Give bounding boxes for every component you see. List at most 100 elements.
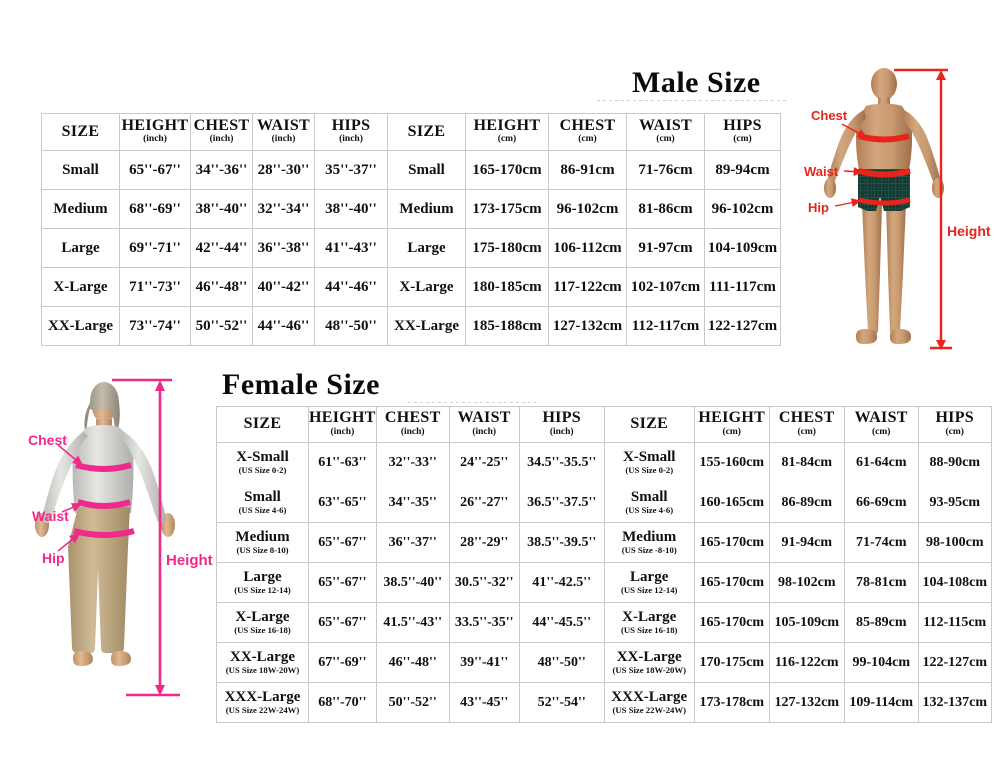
male-row-size-cm: XX-Large xyxy=(387,306,466,346)
male-waist-inch: 36''-38'' xyxy=(252,228,315,268)
table-row: XX-Large (US Size 18W-20W) 67''-69'' 46'… xyxy=(216,642,992,683)
female-chest-inch: 32''-33'' xyxy=(375,442,450,483)
male-row-size-cm: Medium xyxy=(387,189,466,229)
female-col-waist-cm: WAIST (cm) xyxy=(843,406,919,443)
male-col-chest-inch: CHEST (inch) xyxy=(190,113,253,151)
male-row-size: XX-Large xyxy=(41,306,120,346)
female-col-chest-inch: CHEST (inch) xyxy=(375,406,450,443)
female-waist-cm: 78-81cm xyxy=(843,562,919,603)
female-col-chest-cm: CHEST (cm) xyxy=(768,406,845,443)
female-col-waist-inch: WAIST (inch) xyxy=(448,406,520,443)
female-chest-cm: 81-84cm xyxy=(768,442,845,483)
female-hips-inch: 34.5''-35.5'' xyxy=(518,442,605,483)
male-height-cm: 180-185cm xyxy=(465,267,549,307)
male-figure-svg: Chest Waist Hip Height xyxy=(804,68,991,350)
female-col-hips-inch: HIPS (inch) xyxy=(518,406,605,443)
table-row: X-Small (US Size 0-2) 61''-63'' 32''-33'… xyxy=(216,442,992,483)
female-waist-cm: 109-114cm xyxy=(843,682,919,723)
female-title-rule xyxy=(408,402,536,403)
female-height-label: Height xyxy=(166,552,213,569)
female-chest-label: Chest xyxy=(28,432,67,448)
female-waist-inch: 26''-27'' xyxy=(448,482,520,523)
female-row-size-cm: X-Large (US Size 16-18) xyxy=(603,602,695,643)
female-waist-cm: 85-89cm xyxy=(843,602,919,643)
male-chest-cm: 117-122cm xyxy=(548,267,627,307)
male-row-size-cm: Small xyxy=(387,150,466,190)
male-height-cm: 175-180cm xyxy=(465,228,549,268)
female-hips-cm: 93-95cm xyxy=(917,482,992,523)
male-hips-cm: 96-102cm xyxy=(704,189,781,229)
male-height-inch: 73''-74'' xyxy=(119,306,191,346)
table-row: X-Large (US Size 16-18) 65''-67'' 41.5''… xyxy=(216,602,992,643)
male-hips-cm: 122-127cm xyxy=(704,306,781,346)
male-col-waist-inch: WAIST (inch) xyxy=(252,113,315,151)
female-chest-inch: 41.5''-43'' xyxy=(375,602,450,643)
female-hips-cm: 98-100cm xyxy=(917,522,992,563)
male-waist-inch: 44''-46'' xyxy=(252,306,315,346)
male-height-cm: 165-170cm xyxy=(465,150,549,190)
female-waist-cm: 61-64cm xyxy=(843,442,919,483)
table-row: XX-Large 73''-74'' 50''-52'' 44''-46'' 4… xyxy=(41,306,781,346)
female-hips-inch: 48''-50'' xyxy=(518,642,605,683)
female-chest-cm: 98-102cm xyxy=(768,562,845,603)
male-waist-inch: 28''-30'' xyxy=(252,150,315,190)
male-col-hips-inch: HIPS (inch) xyxy=(314,113,388,151)
female-row-size: X-Small (US Size 0-2) xyxy=(216,442,309,483)
female-height-inch: 63''-65'' xyxy=(308,482,377,523)
male-chest-label: Chest xyxy=(811,108,848,123)
male-size-title: Male Size xyxy=(632,66,761,99)
male-col-height-inch: HEIGHT (inch) xyxy=(119,113,191,151)
male-waist-cm: 102-107cm xyxy=(626,267,705,307)
female-chest-cm: 116-122cm xyxy=(768,642,845,683)
male-hips-inch: 38''-40'' xyxy=(314,189,388,229)
male-chest-cm: 96-102cm xyxy=(548,189,627,229)
female-row-size-cm: Large (US Size 12-14) xyxy=(603,562,695,603)
table-row: Small 65''-67'' 34''-36'' 28''-30'' 35''… xyxy=(41,150,781,190)
male-height-label: Height xyxy=(947,223,991,239)
male-title-rule xyxy=(597,100,787,101)
female-hip-label: Hip xyxy=(42,550,65,566)
male-table-header-row: SIZE HEIGHT (inch) CHEST (inch) WAIST (i… xyxy=(41,113,781,151)
male-hips-inch: 41''-43'' xyxy=(314,228,388,268)
male-hip-label: Hip xyxy=(808,200,829,215)
male-height-cm: 185-188cm xyxy=(465,306,549,346)
female-waist-inch: 39''-41'' xyxy=(448,642,520,683)
male-height-inch: 68''-69'' xyxy=(119,189,191,229)
female-chest-cm: 91-94cm xyxy=(768,522,845,563)
female-row-size-cm: Medium (US Size -8-10) xyxy=(603,522,695,563)
male-height-inch: 65''-67'' xyxy=(119,150,191,190)
male-row-size: Small xyxy=(41,150,120,190)
table-row: Large (US Size 12-14) 65''-67'' 38.5''-4… xyxy=(216,562,992,603)
female-waist-cm: 66-69cm xyxy=(843,482,919,523)
female-height-cm: 165-170cm xyxy=(693,522,770,563)
female-hips-inch: 36.5''-37.5'' xyxy=(518,482,605,523)
male-waist-inch: 40''-42'' xyxy=(252,267,315,307)
male-height-inch: 71''-73'' xyxy=(119,267,191,307)
male-chest-cm: 86-91cm xyxy=(548,150,627,190)
female-row-size: XX-Large (US Size 18W-20W) xyxy=(216,642,309,683)
female-hips-inch: 38.5''-39.5'' xyxy=(518,522,605,563)
female-row-size: Small (US Size 4-6) xyxy=(216,482,309,523)
female-table-header-row: SIZE HEIGHT (inch) CHEST (inch) WAIST (i… xyxy=(216,406,992,443)
female-height-cm: 155-160cm xyxy=(693,442,770,483)
female-chest-inch: 50''-52'' xyxy=(375,682,450,723)
female-hips-cm: 88-90cm xyxy=(917,442,992,483)
female-waist-cm: 99-104cm xyxy=(843,642,919,683)
male-hips-inch: 44''-46'' xyxy=(314,267,388,307)
male-chest-inch: 46''-48'' xyxy=(190,267,253,307)
female-row-size-cm: Small (US Size 4-6) xyxy=(603,482,695,523)
female-figure-svg: Chest Waist Hip Height xyxy=(28,378,213,697)
female-chest-inch: 46''-48'' xyxy=(375,642,450,683)
female-row-size-cm: XXX-Large (US Size 22W-24W) xyxy=(603,682,695,723)
female-height-inch: 65''-67'' xyxy=(308,562,377,603)
female-row-size: Large (US Size 12-14) xyxy=(216,562,309,603)
female-hips-inch: 44''-45.5'' xyxy=(518,602,605,643)
female-chest-inch: 34''-35'' xyxy=(375,482,450,523)
male-waist-inch: 32''-34'' xyxy=(252,189,315,229)
female-waist-inch: 30.5''-32'' xyxy=(448,562,520,603)
male-hips-inch: 35''-37'' xyxy=(314,150,388,190)
female-hips-cm: 122-127cm xyxy=(917,642,992,683)
female-col-height-cm: HEIGHT (cm) xyxy=(693,406,770,443)
male-body-diagram: Chest Waist Hip Height xyxy=(780,40,1000,370)
female-waist-inch: 33.5''-35'' xyxy=(448,602,520,643)
